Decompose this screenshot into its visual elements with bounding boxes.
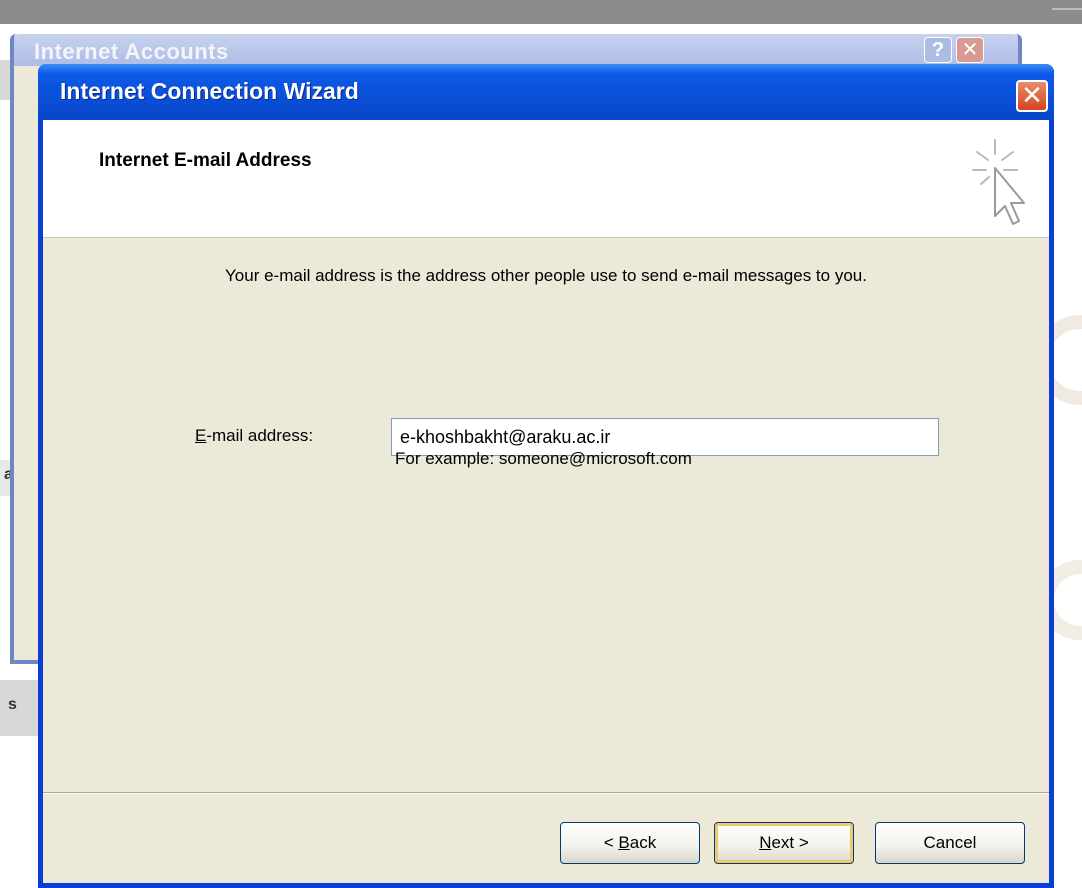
desktop: a s Internet Accounts ? ✕ Internet Conne… xyxy=(0,0,1082,888)
background-fragment-text: s xyxy=(8,696,17,713)
label-accesskey: E xyxy=(195,426,207,445)
back-button-accesskey: B xyxy=(618,833,630,852)
email-address-label: E-mail address: xyxy=(195,426,313,446)
page-title: Internet E-mail Address xyxy=(99,150,312,171)
description-text: Your e-mail address is the address other… xyxy=(225,266,867,285)
top-window-edge xyxy=(0,0,1082,24)
cancel-button[interactable]: Cancel xyxy=(875,822,1025,864)
wizard-titlebar[interactable]: Internet Connection Wizard ✕ xyxy=(38,64,1054,120)
back-button-prefix: < xyxy=(603,833,619,852)
internet-accounts-titlebar[interactable]: Internet Accounts ? ✕ xyxy=(14,34,1018,66)
close-icon[interactable]: ✕ xyxy=(956,37,984,63)
wizard-cursor-sparkle-icon xyxy=(972,139,1025,225)
footer-divider xyxy=(43,792,1049,794)
background-window-stub xyxy=(0,60,10,100)
help-button[interactable]: ? xyxy=(924,37,952,63)
next-button[interactable]: Next > xyxy=(714,822,854,864)
next-button-accesskey: N xyxy=(759,833,772,852)
wizard-title: Internet Connection Wizard xyxy=(60,78,359,104)
background-edge xyxy=(1052,8,1082,16)
close-button[interactable]: ✕ xyxy=(1016,80,1048,112)
back-button[interactable]: < Back xyxy=(560,822,700,864)
wizard-header: Internet E-mail Address xyxy=(43,120,1049,238)
example-hint: For example: someone@microsoft.com xyxy=(395,449,692,468)
internet-connection-wizard-dialog: Internet Connection Wizard ✕ Internet E-… xyxy=(38,64,1054,888)
next-button-label: ext > xyxy=(771,833,809,852)
back-button-label: ack xyxy=(629,833,657,852)
internet-accounts-title: Internet Accounts xyxy=(34,39,229,64)
label-text: -mail address: xyxy=(206,426,314,445)
